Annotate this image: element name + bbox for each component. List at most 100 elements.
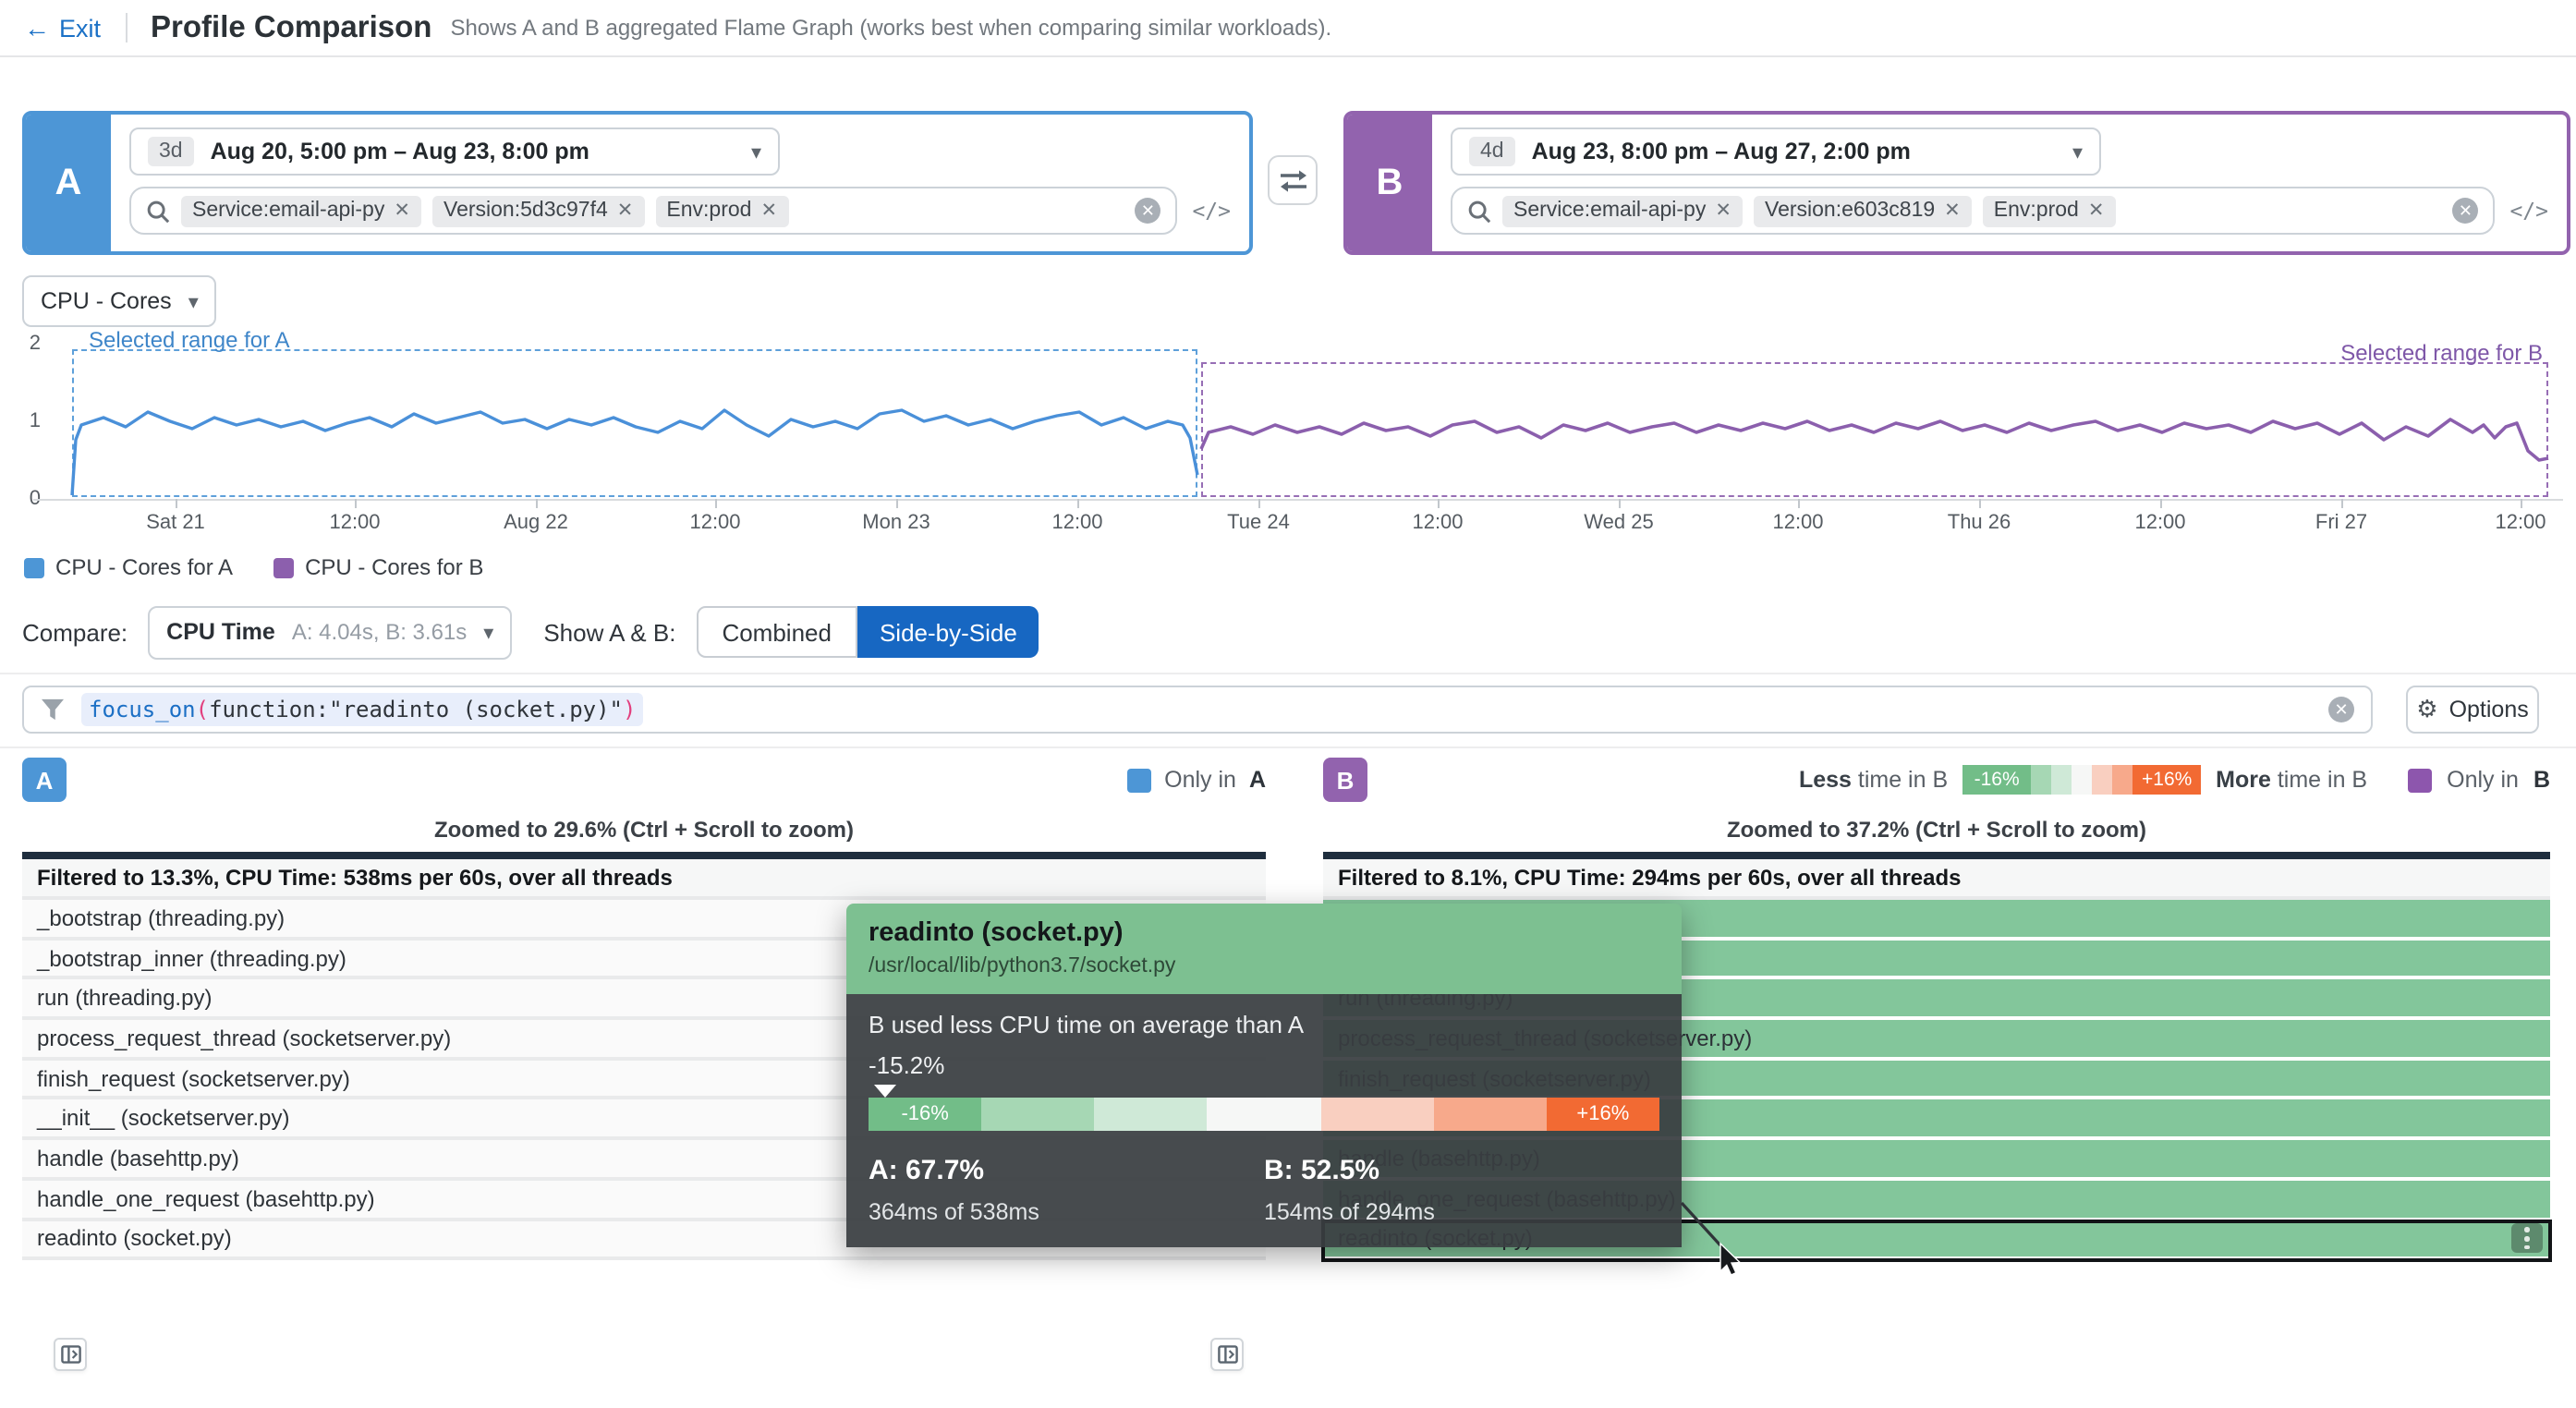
tooltip-diff-cell [1095,1098,1208,1131]
diff-color-legend: Less time in B -16%+16% More time in B O… [1799,765,2550,795]
metric-select-label: CPU - Cores [41,288,172,314]
flame-root-frame-b[interactable] [1323,852,2550,859]
filter-tag-label: Env:prod [1994,200,2079,222]
search-input-a[interactable]: Service:email-api-py Version:5d3c97f4 Env:… [129,187,1177,235]
divider [0,746,2576,748]
x-axis-tick-mark [1798,499,1800,508]
legend-cpu-cores-b[interactable]: CPU - Cores for B [273,554,483,580]
x-axis-tick-mark [2521,499,2522,508]
diff-scale-cell [2112,765,2132,795]
y-axis-tick-label: 2 [11,333,41,355]
filter-tag-label: Service:email-api-py [1513,200,1706,222]
y-axis-tick-label: 1 [11,410,41,432]
filter-tag-chip[interactable]: Service:email-api-py [181,195,421,226]
filter-tag-chip[interactable]: Env:prod [655,195,788,226]
page-title: Profile Comparison [151,10,431,45]
clear-search-icon-b[interactable] [2452,198,2478,224]
compare-metric-values: A: 4.04s, B: 3.61s [292,619,467,645]
tooltip-diff-cell [1208,1098,1320,1131]
tooltip-delta: -15.2% [869,1051,1659,1079]
clear-filter-icon[interactable] [2328,697,2354,722]
filter-tag-chip[interactable]: Version:5d3c97f4 [432,195,644,226]
flame-a-badge: A [22,758,67,802]
timeframe-select-a[interactable]: 3d Aug 20, 5:00 pm – Aug 23, 8:00 pm [129,127,780,176]
metric-select[interactable]: CPU - Cores [22,275,217,327]
flame-frame-label: process_request_thread (socketserver.py) [37,1026,451,1051]
filter-tag-chip[interactable]: Service:email-api-py [1502,195,1743,226]
filter-query: focus_on(function:"readinto (socket.py)"… [81,693,644,726]
x-axis-tick-label: 12:00 [2495,512,2546,534]
frame-kebab-menu[interactable] [2511,1224,2543,1254]
tooltip-diff-cell: -16% [869,1098,981,1131]
filter-funnel-icon [41,698,65,721]
legend-swatch-b [273,557,294,577]
duration-chip-b: 4d [1469,137,1515,166]
remove-tag-icon[interactable] [394,200,410,222]
tooltip-file-path: /usr/local/lib/python3.7/socket.py [869,955,1659,977]
chevron-down-icon [2072,135,2083,168]
remove-tag-icon[interactable] [1715,200,1732,222]
only-in-a-legend: Only in A [1127,767,1266,793]
x-axis-tick-mark [355,499,357,508]
tooltip-message: B used less CPU time on average than A [869,1011,1659,1038]
selected-range-b-box[interactable] [1201,362,2548,497]
search-icon [146,199,170,223]
x-axis-tick-mark [1619,499,1621,508]
filter-tag-label: Version:e603c819 [1765,200,1935,222]
x-axis-tick-label: 12:00 [1051,512,1102,534]
x-axis-tick-mark [2160,499,2162,508]
side-by-side-button[interactable]: Side-by-Side [857,606,1039,658]
compare-metric-dropdown[interactable]: CPU Time A: 4.04s, B: 3.61s [148,605,512,659]
selected-range-a-box[interactable] [72,349,1197,497]
side-panel-icon [1217,1345,1237,1364]
tooltip-a-detail: 364ms of 538ms [869,1199,1264,1225]
diff-scale-cell [2072,765,2092,795]
expand-panel-button-a[interactable] [54,1338,87,1371]
only-in-a-swatch [1127,768,1151,792]
x-axis-tick-label: 12:00 [329,512,380,534]
show-ab-label: Show A & B: [543,618,675,646]
show-ab-toggle: Combined Side-by-Side [696,606,1039,658]
remove-tag-icon[interactable] [2088,200,2105,222]
x-axis-tick-label: Aug 22 [504,512,568,534]
filter-tag-label: Version:5d3c97f4 [444,200,608,222]
x-axis-tick-label: Sat 21 [146,512,205,534]
divider [0,673,2576,674]
remove-tag-icon[interactable] [1944,200,1961,222]
tooltip-diff-cell [981,1098,1094,1131]
tooltip-a-percent: A: 67.7% [869,1155,1264,1186]
diff-scale-cell: -16% [1962,765,2031,795]
tooltip-title: readinto (socket.py) [869,918,1659,948]
compare-row: Compare: CPU Time A: 4.04s, B: 3.61s Sho… [22,606,1039,658]
duration-chip-a: 3d [148,137,194,166]
flame-filtered-row-a: Filtered to 13.3%, CPU Time: 538ms per 6… [22,859,1266,900]
expand-panel-button-b[interactable] [1210,1338,1244,1371]
options-button[interactable]: Options [2406,686,2539,734]
flame-root-frame-a[interactable] [22,852,1266,859]
exit-link[interactable]: Exit [24,13,101,42]
flame-frame-label: _bootstrap (threading.py) [37,905,285,931]
code-view-icon-b[interactable] [2509,198,2548,224]
profile-a-badge: A [26,115,111,251]
filter-tag-label: Env:prod [666,200,751,222]
timeframe-select-b[interactable]: 4d Aug 23, 8:00 pm – Aug 27, 2:00 pm [1451,127,2101,176]
code-view-icon-a[interactable] [1192,198,1231,224]
flame-filtered-row-b: Filtered to 8.1%, CPU Time: 294ms per 60… [1323,859,2550,900]
flame-b-badge: B [1323,758,1367,802]
combined-button[interactable]: Combined [696,606,857,658]
profile-a-panel: A 3d Aug 20, 5:00 pm – Aug 23, 8:00 pm S… [22,111,1253,255]
x-axis-tick-label: 12:00 [1412,512,1463,534]
diff-scale-cell [2031,765,2051,795]
search-input-b[interactable]: Service:email-api-py Version:e603c819 Env:… [1451,187,2495,235]
legend-cpu-cores-a[interactable]: CPU - Cores for A [24,554,233,580]
filter-tag-chip[interactable]: Version:e603c819 [1754,195,1972,226]
remove-tag-icon[interactable] [617,200,634,222]
filter-tag-chip[interactable]: Env:prod [1983,195,2116,226]
selected-range-b-label: Selected range for B [2340,340,2543,366]
flame-frame-label: __init__ (socketserver.py) [37,1106,289,1132]
swap-ab-button[interactable] [1268,155,1318,205]
x-axis-tick-label: 12:00 [1772,512,1823,534]
remove-tag-icon[interactable] [760,200,777,222]
clear-search-icon-a[interactable] [1135,198,1160,224]
flame-filter-input[interactable]: focus_on(function:"readinto (socket.py)"… [22,686,2373,734]
